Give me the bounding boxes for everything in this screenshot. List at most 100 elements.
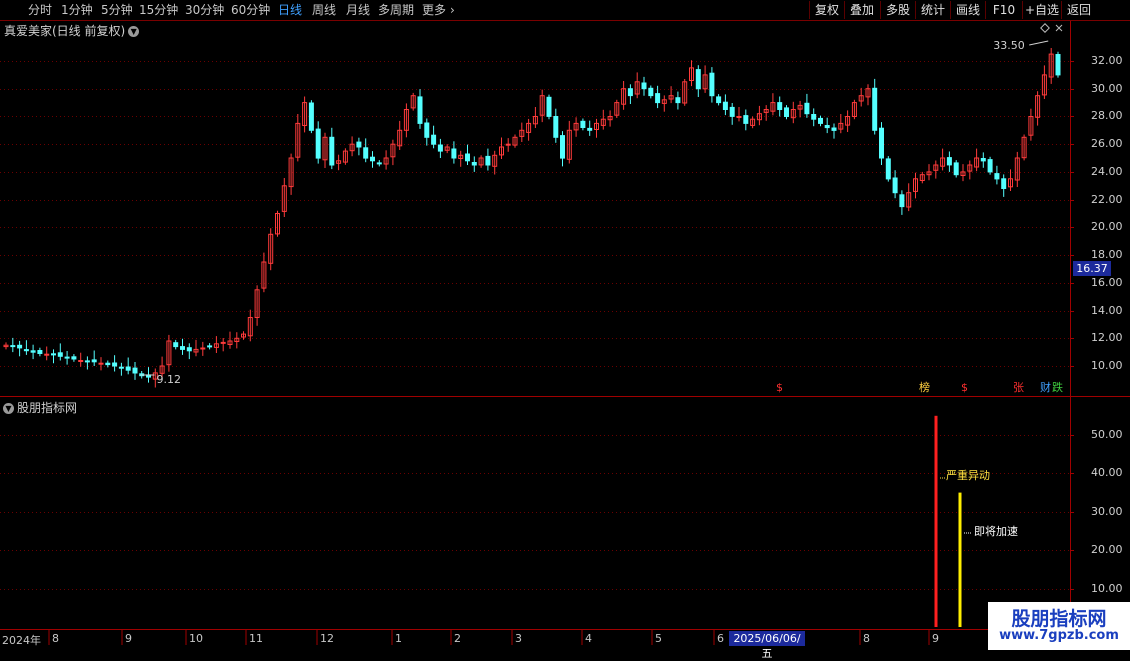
period-tab[interactable]: 5分钟	[101, 2, 133, 18]
y-tick-label: 22.00	[1091, 192, 1123, 206]
candle-body	[709, 72, 715, 97]
period-tab[interactable]: 分时	[28, 2, 52, 18]
candle-body	[437, 144, 443, 152]
candle-body	[105, 362, 111, 366]
event-flag[interactable]: 榜	[919, 381, 930, 394]
period-tab[interactable]: 60分钟	[231, 2, 270, 18]
sub-y-tick-label: 10.00	[1091, 581, 1123, 595]
candle-body	[627, 88, 633, 97]
candle-body	[485, 155, 491, 166]
period-tab[interactable]: 1分钟	[61, 2, 93, 18]
candle-body	[64, 356, 70, 359]
y-tick-label: 28.00	[1091, 109, 1123, 123]
y-tick-label: 12.00	[1091, 331, 1123, 345]
candle-body	[587, 127, 593, 131]
toolbar-button[interactable]: 画线	[950, 1, 985, 19]
candle-body	[207, 345, 213, 348]
x-axis-label: 8	[52, 632, 59, 645]
candle-body	[44, 353, 50, 356]
diamond-icon	[1040, 23, 1050, 33]
candle-body	[831, 127, 837, 131]
candle-body	[118, 366, 124, 369]
signal-bar	[934, 415, 938, 627]
candle-body	[722, 101, 728, 110]
candle-body	[71, 356, 77, 360]
candle-body	[220, 341, 226, 344]
candle-body	[356, 141, 362, 148]
y-tick-label: 30.00	[1091, 81, 1123, 95]
event-flag[interactable]: $	[961, 381, 968, 394]
period-tab[interactable]: 30分钟	[185, 2, 224, 18]
candle-body	[91, 359, 97, 363]
period-tab[interactable]: 周线	[312, 2, 336, 18]
candle-body	[655, 93, 661, 104]
y-tick-label: 14.00	[1091, 303, 1123, 317]
y-tick-label: 24.00	[1091, 164, 1123, 178]
candle-body	[186, 347, 192, 352]
sub-y-tick-label: 20.00	[1091, 543, 1123, 557]
period-toolbar: 分时 1分钟 5分钟 15分钟 30分钟 60分钟 日线 周线 月线 多周期 更多 › 复权 叠加 多股 统计…	[0, 0, 1130, 21]
candle-body	[370, 156, 375, 162]
candle-body	[180, 346, 185, 350]
x-axis-label: 12	[320, 632, 334, 645]
candle-body	[560, 135, 565, 159]
watermark-url: www.7gpzb.com	[999, 628, 1119, 643]
event-flag[interactable]: 张	[1013, 381, 1024, 394]
toolbar-button[interactable]: 多股	[880, 1, 915, 19]
candle-body	[1055, 54, 1061, 76]
x-axis-label: 3	[515, 632, 522, 645]
candle-body	[784, 107, 789, 118]
chevron-down-icon[interactable]: ▼	[3, 403, 14, 414]
candle-body	[37, 350, 43, 354]
candle-body	[946, 157, 952, 166]
candle-body	[743, 115, 749, 124]
period-tab[interactable]: 日线	[278, 2, 302, 18]
candle-body	[363, 147, 369, 159]
candle-body	[417, 96, 423, 124]
x-axis-label: 9	[125, 632, 132, 645]
toolbar-button[interactable]: 叠加	[844, 1, 879, 19]
chart-canvas[interactable]: 33.50 9.12	[0, 0, 1130, 650]
chevron-right-icon[interactable]: ›	[450, 2, 455, 18]
event-flag[interactable]: 跌	[1052, 381, 1063, 394]
candle-body	[695, 69, 701, 90]
candle-body	[505, 143, 511, 146]
toolbar-button[interactable]: 返回	[1061, 1, 1096, 19]
candle-body	[675, 97, 681, 104]
toolbar-button[interactable]: 统计	[915, 1, 950, 19]
candle-body	[777, 102, 783, 110]
x-axis-label: 5	[655, 632, 662, 645]
period-tab[interactable]: 月线	[346, 2, 370, 18]
candle-body	[112, 362, 118, 367]
candle-body	[10, 345, 16, 348]
selected-date-tag: 2025/06/06/五	[729, 631, 805, 660]
candle-body	[30, 350, 36, 353]
candle-body	[424, 122, 430, 138]
toolbar-button[interactable]: 复权	[809, 1, 844, 19]
toolbar-button[interactable]: F10	[985, 1, 1022, 19]
toolbar-button[interactable]: +自选	[1022, 1, 1061, 19]
period-tab[interactable]: 15分钟	[139, 2, 178, 18]
period-tab[interactable]: 多周期	[378, 2, 414, 18]
sub-y-tick-label: 40.00	[1091, 466, 1123, 480]
x-axis-label: 4	[585, 632, 592, 645]
candle-body	[885, 158, 891, 180]
y-tick-label: 18.00	[1091, 248, 1123, 262]
candle-body	[824, 125, 830, 129]
event-flag[interactable]: 财	[1040, 381, 1051, 394]
event-flag[interactable]: $	[776, 381, 783, 394]
candle-body	[641, 82, 647, 90]
candle-body	[465, 153, 470, 162]
y-tick-label: 10.00	[1091, 359, 1123, 372]
close-icon	[1055, 24, 1063, 32]
candle-body	[729, 106, 735, 117]
candle-body	[546, 96, 552, 117]
candle-body	[431, 134, 437, 145]
chevron-down-icon[interactable]: ▼	[128, 26, 140, 37]
signal-label-severe: 严重异动	[946, 469, 990, 482]
sub-y-tick-label: 50.00	[1091, 428, 1123, 441]
candle-body	[78, 360, 84, 362]
y-tick-label: 20.00	[1091, 220, 1123, 234]
period-tab[interactable]: 更多	[422, 2, 446, 18]
x-axis-label: 1	[395, 632, 402, 645]
